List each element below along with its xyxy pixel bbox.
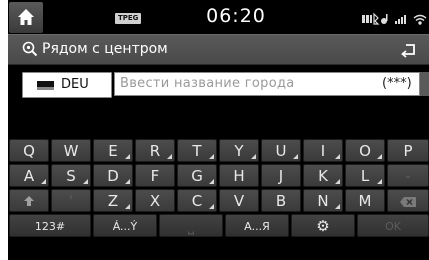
- key-s[interactable]: S: [51, 164, 91, 187]
- city-input-placeholder: Ввести название города: [120, 76, 295, 91]
- key-apostrophe[interactable]: ': [51, 189, 91, 212]
- gear-icon: ⚙: [316, 217, 330, 235]
- key-k[interactable]: K: [303, 164, 343, 187]
- key-w[interactable]: W: [51, 139, 91, 162]
- key-r[interactable]: R: [135, 139, 175, 162]
- tpeg-badge: TPEG: [115, 13, 142, 24]
- country-selector[interactable]: DEU: [22, 72, 112, 98]
- key-o[interactable]: O: [345, 139, 385, 162]
- key-x[interactable]: X: [135, 189, 175, 212]
- signal-icon: [395, 15, 406, 24]
- home-icon: [18, 9, 34, 25]
- numbers-symbols-key[interactable]: 123#: [9, 214, 91, 237]
- nav-screen: TPEG 06:20 Рядом с центром DEU Ввести на…: [8, 0, 429, 260]
- key-b[interactable]: B: [261, 189, 301, 212]
- country-code: DEU: [61, 77, 89, 92]
- status-bar: TPEG 06:20: [8, 0, 429, 34]
- key-v[interactable]: V: [219, 189, 259, 212]
- key-u[interactable]: U: [261, 139, 301, 162]
- key-d[interactable]: D: [93, 164, 133, 187]
- backspace-icon: [400, 197, 416, 207]
- key-m[interactable]: M: [345, 189, 385, 212]
- key-t[interactable]: T: [177, 139, 217, 162]
- settings-key[interactable]: ⚙: [291, 214, 355, 237]
- ok-button[interactable]: OK: [357, 214, 429, 237]
- result-count: (***): [382, 76, 412, 91]
- key-z[interactable]: Z: [93, 189, 133, 212]
- wifi-icon: [413, 14, 427, 25]
- key-c[interactable]: C: [177, 189, 217, 212]
- accented-letters-key[interactable]: Á...Ý: [93, 214, 157, 237]
- home-button[interactable]: [9, 2, 43, 33]
- shift-icon: [24, 196, 34, 206]
- key-q[interactable]: Q: [9, 139, 49, 162]
- space-key[interactable]: ⎵: [159, 214, 223, 237]
- key-l[interactable]: L: [345, 164, 385, 187]
- key-f[interactable]: F: [135, 164, 175, 187]
- key-g[interactable]: G: [177, 164, 217, 187]
- status-icons: [362, 11, 429, 30]
- page-title: Рядом с центром: [42, 41, 168, 57]
- backspace-key[interactable]: [387, 189, 429, 212]
- back-button[interactable]: [390, 39, 428, 61]
- header-bar: Рядом с центром: [8, 34, 429, 65]
- key-a[interactable]: A: [9, 164, 49, 187]
- music-icon: [381, 14, 388, 24]
- key-e[interactable]: E: [93, 139, 133, 162]
- results-dropdown-button[interactable]: [420, 72, 429, 96]
- bluetooth-battery-icon: [362, 12, 380, 25]
- key-n[interactable]: N: [303, 189, 343, 212]
- cyrillic-letters-key[interactable]: А...Я: [225, 214, 289, 237]
- key-h[interactable]: H: [219, 164, 259, 187]
- search-icon: [22, 41, 38, 57]
- flag-icon: [37, 81, 54, 90]
- clock: 06:20: [206, 5, 266, 27]
- key-i[interactable]: I: [303, 139, 343, 162]
- city-search-input[interactable]: Ввести название города (***): [114, 72, 420, 96]
- back-icon: [401, 44, 415, 58]
- key-hyphen[interactable]: -: [387, 164, 429, 187]
- key-y[interactable]: Y: [219, 139, 259, 162]
- key-j[interactable]: J: [261, 164, 301, 187]
- shift-key[interactable]: [9, 189, 49, 212]
- key-p[interactable]: P: [387, 139, 429, 162]
